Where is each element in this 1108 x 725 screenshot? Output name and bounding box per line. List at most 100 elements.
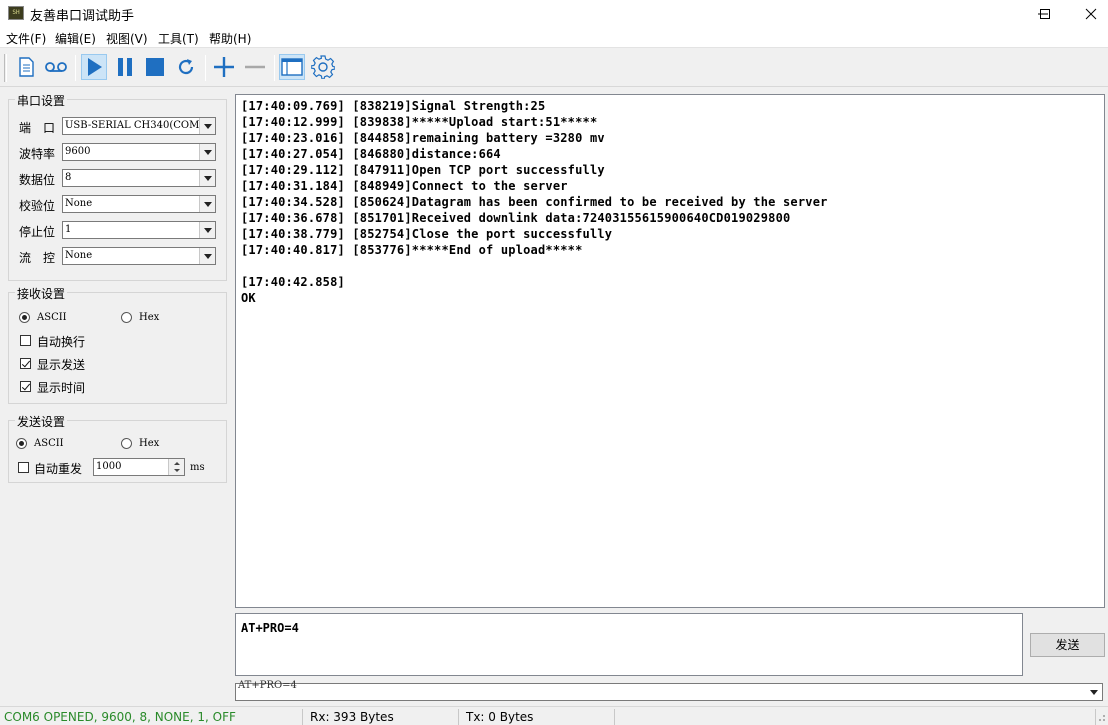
toolbar-grip[interactable] — [4, 54, 7, 82]
document-icon — [19, 57, 34, 77]
log-line: [17:40:31.184] [848949]Connect to the se… — [241, 179, 568, 193]
window-layout-button[interactable] — [279, 54, 305, 80]
chevron-down-icon — [199, 118, 215, 134]
receive-settings-title: 接收设置 — [15, 285, 68, 302]
flow-control-label: 流 控 — [19, 251, 56, 265]
close-button[interactable] — [1068, 0, 1108, 28]
menu-tools[interactable]: 工具(T) — [158, 30, 199, 47]
record-button[interactable] — [43, 54, 69, 80]
port-label: 端 口 — [19, 121, 56, 135]
resend-interval-value: 1000 — [96, 461, 122, 472]
toolbar-separator — [274, 55, 275, 81]
baud-select[interactable]: 9600 — [62, 143, 216, 161]
receive-ascii-label: ASCII — [37, 312, 67, 323]
log-line: OK — [241, 291, 256, 305]
maximize-button[interactable] — [1022, 0, 1068, 28]
pause-icon — [118, 58, 132, 76]
chevron-down-icon — [1086, 684, 1102, 700]
receive-settings-group: 接收设置 ASCII Hex 自动换行 显示发送 显示时间 — [8, 285, 227, 404]
baud-label: 波特率 — [19, 147, 56, 161]
status-bar: COM6 OPENED, 9600, 8, NONE, 1, OFF Rx: 3… — [0, 706, 1108, 725]
window-icon — [281, 58, 303, 76]
zoom-in-button[interactable] — [211, 54, 237, 80]
refresh-button[interactable] — [173, 54, 199, 80]
auto-resend-checkbox[interactable] — [18, 462, 29, 473]
send-textarea[interactable]: AT+PRO=4 — [235, 613, 1023, 676]
spinner-arrows-icon[interactable] — [168, 459, 184, 475]
refresh-icon — [178, 59, 194, 75]
settings-button[interactable] — [310, 54, 336, 80]
data-bits-select[interactable]: 8 — [62, 169, 216, 187]
menu-file[interactable]: 文件(F) — [6, 30, 46, 47]
send-ascii-radio[interactable] — [16, 438, 27, 449]
baud-value: 9600 — [65, 146, 91, 157]
rx-count: Rx: 393 Bytes — [306, 709, 459, 725]
menu-help[interactable]: 帮助(H) — [209, 30, 251, 47]
log-line: [17:40:29.112] [847911]Open TCP port suc… — [241, 163, 605, 177]
send-history-select[interactable]: AT+PRO=4 — [235, 680, 1103, 701]
play-icon — [88, 58, 102, 76]
toolbar-separator — [205, 55, 206, 81]
port-value: USB-SERIAL CH340(COM6) — [65, 120, 210, 131]
serial-settings-group: 串口设置 端 口 USB-SERIAL CH340(COM6) 波特率 9600… — [8, 92, 227, 281]
log-line: [17:40:36.678] [851701]Received downlink… — [241, 211, 791, 225]
chevron-down-icon — [199, 248, 215, 264]
send-ascii-label: ASCII — [34, 438, 64, 449]
resize-grip-icon[interactable] — [1096, 711, 1106, 725]
stop-bits-select[interactable]: 1 — [62, 221, 216, 239]
auto-wrap-label: 自动换行 — [37, 335, 86, 349]
title-bar: SH 友善串口调试助手 — [0, 0, 1108, 28]
pause-button[interactable] — [112, 54, 138, 80]
tx-count: Tx: 0 Bytes — [462, 709, 615, 725]
maximize-icon — [1040, 9, 1050, 19]
flow-control-select[interactable]: None — [62, 247, 216, 265]
menu-edit[interactable]: 编辑(E) — [55, 30, 96, 47]
log-line: [17:40:34.528] [850624]Datagram has been… — [241, 195, 828, 209]
log-line: [17:40:23.016] [844858]remaining battery… — [241, 131, 605, 145]
auto-wrap-checkbox[interactable] — [20, 335, 31, 346]
log-line: [17:40:42.858] — [241, 275, 345, 289]
port-select[interactable]: USB-SERIAL CH340(COM6) — [62, 117, 216, 135]
resend-interval-spinner[interactable]: 1000 — [93, 458, 185, 476]
chevron-down-icon — [199, 144, 215, 160]
data-bits-label: 数据位 — [19, 173, 56, 187]
chevron-down-icon — [199, 196, 215, 212]
plus-icon — [214, 57, 234, 77]
chevron-down-icon — [199, 170, 215, 186]
menu-view[interactable]: 视图(V) — [106, 30, 148, 47]
status-extra — [618, 709, 1096, 725]
show-time-checkbox[interactable] — [20, 381, 31, 392]
send-history-value: AT+PRO=4 — [238, 680, 297, 691]
send-hex-radio[interactable] — [121, 438, 132, 449]
main-window: SH 友善串口调试助手 文件(F) 编辑(E) 视图(V) 工具(T) 帮助(H… — [0, 0, 1108, 725]
show-time-label: 显示时间 — [37, 381, 86, 395]
flow-control-value: None — [65, 250, 93, 261]
port-status: COM6 OPENED, 9600, 8, NONE, 1, OFF — [0, 709, 303, 725]
show-send-checkbox[interactable] — [20, 358, 31, 369]
chevron-down-icon — [199, 222, 215, 238]
send-button[interactable]: 发送 — [1030, 633, 1105, 657]
log-line: [17:40:12.999] [839838]*****Upload start… — [241, 115, 598, 129]
receive-textarea[interactable]: [17:40:09.769] [838219]Signal Strength:2… — [235, 94, 1105, 608]
window-title: 友善串口调试助手 — [30, 9, 135, 24]
stop-bits-value: 1 — [65, 224, 72, 235]
zoom-out-button[interactable] — [242, 54, 268, 80]
new-file-button[interactable] — [13, 54, 39, 80]
stop-button[interactable] — [142, 54, 168, 80]
receive-ascii-radio[interactable] — [19, 312, 30, 323]
data-bits-value: 8 — [65, 172, 72, 183]
menu-bar: 文件(F) 编辑(E) 视图(V) 工具(T) 帮助(H) — [0, 28, 1108, 48]
auto-resend-label: 自动重发 — [34, 462, 83, 476]
close-icon — [1085, 8, 1097, 20]
gear-icon — [311, 55, 335, 79]
receive-hex-label: Hex — [139, 312, 160, 323]
stop-bits-label: 停止位 — [19, 225, 56, 239]
open-port-button[interactable] — [81, 54, 107, 80]
minus-icon — [245, 65, 265, 69]
receive-hex-radio[interactable] — [121, 312, 132, 323]
log-line: [17:40:40.817] [853776]*****End of uploa… — [241, 243, 583, 257]
log-line: [17:40:27.054] [846880]distance:664 — [241, 147, 501, 161]
toolbar — [0, 49, 1108, 87]
parity-label: 校验位 — [19, 199, 56, 213]
parity-select[interactable]: None — [62, 195, 216, 213]
